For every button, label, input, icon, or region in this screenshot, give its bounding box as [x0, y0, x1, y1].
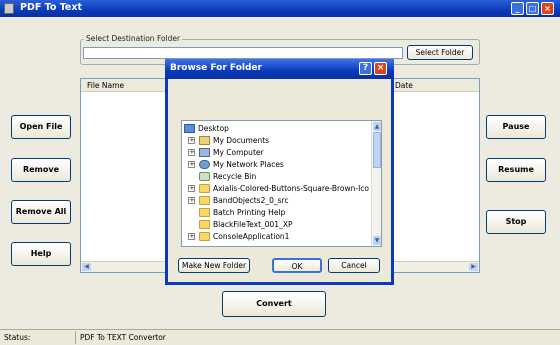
dialog-title-bar[interactable]: Browse For Folder ? ×	[165, 59, 394, 79]
dialog-close-button[interactable]: ×	[374, 62, 387, 75]
cancel-button[interactable]: Cancel	[328, 258, 380, 273]
desktop-icon	[184, 124, 195, 133]
scroll-right-icon[interactable]: ▶	[469, 263, 478, 271]
expand-icon[interactable]: +	[188, 197, 195, 204]
title-bar: PDF To Text _ □ ×	[0, 0, 560, 17]
folder-icon	[199, 220, 210, 229]
stop-button[interactable]: Stop	[486, 210, 546, 234]
tree-item-label: My Documents	[213, 136, 270, 145]
tree-item-label: My Network Places	[213, 160, 284, 169]
tree-item-label: Batch Printing Help	[213, 208, 286, 217]
expand-icon[interactable]: +	[188, 233, 195, 240]
column-file-name[interactable]: File Name	[87, 81, 124, 90]
expand-icon[interactable]: +	[188, 149, 195, 156]
tree-item-label: Recycle Bin	[213, 172, 257, 181]
ok-button[interactable]: OK	[272, 258, 322, 273]
pause-button[interactable]: Pause	[486, 115, 546, 139]
folder-icon	[199, 196, 210, 205]
dialog-title: Browse For Folder	[170, 63, 262, 73]
status-label: Status:	[4, 333, 31, 342]
recycle-bin-icon	[199, 172, 210, 181]
tree-vertical-scrollbar[interactable]: ▲ ▼	[371, 121, 381, 246]
select-folder-button[interactable]: Select Folder	[407, 45, 473, 60]
remove-button[interactable]: Remove	[11, 158, 71, 182]
expand-icon[interactable]: +	[188, 185, 195, 192]
column-date[interactable]: Date	[395, 81, 413, 90]
convert-button[interactable]: Convert	[222, 291, 326, 317]
network-places-icon	[199, 160, 210, 169]
folder-tree[interactable]: Desktop + My Documents + My Computer + M…	[181, 120, 382, 247]
resume-button[interactable]: Resume	[486, 158, 546, 182]
window-title: PDF To Text	[20, 2, 83, 13]
tree-item-label: Desktop	[198, 124, 229, 133]
status-divider	[75, 331, 76, 344]
my-documents-icon	[199, 136, 210, 145]
scroll-left-icon[interactable]: ◀	[82, 263, 91, 271]
tree-item-label: My Computer	[213, 148, 264, 157]
remove-all-button[interactable]: Remove All	[11, 200, 71, 224]
open-file-button[interactable]: Open File	[11, 115, 71, 139]
my-computer-icon	[199, 148, 210, 157]
scroll-thumb[interactable]	[373, 132, 381, 168]
help-button[interactable]: Help	[11, 242, 71, 266]
dialog-help-button[interactable]: ?	[359, 62, 372, 75]
close-button[interactable]: ×	[541, 2, 554, 15]
destination-path-input[interactable]	[83, 47, 403, 59]
tree-item-label: ConsoleApplication1	[213, 232, 290, 241]
app-icon	[4, 3, 14, 14]
tree-item-label: BandObjects2_0_src	[213, 196, 289, 205]
expand-icon[interactable]: +	[188, 137, 195, 144]
status-text: PDF To TEXT Convertor	[80, 333, 166, 342]
expand-icon[interactable]: +	[188, 161, 195, 168]
tree-item-label: Axialis-Colored-Buttons-Square-Brown-Ico	[213, 184, 370, 193]
tree-item-label: BlackFileText_001_XP	[213, 220, 293, 229]
folder-icon	[199, 208, 210, 217]
scroll-up-icon[interactable]: ▲	[373, 122, 381, 131]
destination-legend: Select Destination Folder	[84, 34, 183, 43]
maximize-button[interactable]: □	[526, 2, 539, 15]
scroll-down-icon[interactable]: ▼	[373, 236, 381, 245]
minimize-button[interactable]: _	[511, 2, 524, 15]
make-new-folder-button[interactable]: Make New Folder	[178, 258, 250, 273]
folder-icon	[199, 184, 210, 193]
status-bar: Status: PDF To TEXT Convertor	[0, 329, 560, 345]
folder-icon	[199, 232, 210, 241]
browse-folder-dialog: Browse For Folder ? × Desktop + My Docum…	[165, 59, 394, 285]
